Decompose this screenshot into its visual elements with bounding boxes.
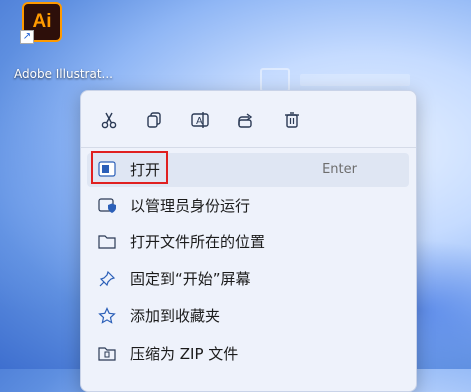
share-icon[interactable] — [233, 107, 259, 133]
menu-item-label: 压缩为 ZIP 文件 — [130, 345, 239, 363]
menu-item-label: 添加到收藏夹 — [130, 307, 221, 325]
menu-item-label: 打开文件所在的位置 — [130, 233, 266, 251]
context-toolbar: A — [81, 91, 416, 148]
menu-item-add-favorites[interactable]: 添加到收藏夹 — [87, 299, 409, 333]
scissors-icon[interactable] — [96, 107, 122, 133]
pin-icon — [97, 270, 117, 288]
menu-item-run-as-admin[interactable]: 以管理员身份运行 — [87, 189, 409, 223]
star-icon — [97, 307, 117, 325]
zip-icon — [97, 345, 117, 363]
menu-item-open-location[interactable]: 打开文件所在的位置 — [87, 225, 409, 259]
shield-icon — [97, 197, 117, 215]
svg-text:A: A — [196, 116, 203, 127]
rename-icon[interactable]: A — [187, 107, 213, 133]
shortcut-text: Enter — [322, 162, 357, 177]
context-menu: A 打开 Enter 以管理员身份运行 打开文件所在的位置 固定到“开始”屏幕 — [80, 90, 417, 392]
menu-item-label: 固定到“开始”屏幕 — [130, 270, 251, 288]
menu-item-pin-start[interactable]: 固定到“开始”屏幕 — [87, 262, 409, 296]
desktop-icon-label: Adobe Illustrat... — [14, 67, 113, 81]
highlight-box — [91, 151, 168, 184]
menu-item-label: 以管理员身份运行 — [130, 197, 251, 215]
copy-icon[interactable] — [141, 107, 167, 133]
shortcut-arrow-icon: ↗ — [20, 30, 34, 44]
menu-item-compress-zip[interactable]: 压缩为 ZIP 文件 — [87, 337, 409, 371]
folder-icon — [97, 233, 117, 251]
trash-icon[interactable] — [279, 107, 305, 133]
